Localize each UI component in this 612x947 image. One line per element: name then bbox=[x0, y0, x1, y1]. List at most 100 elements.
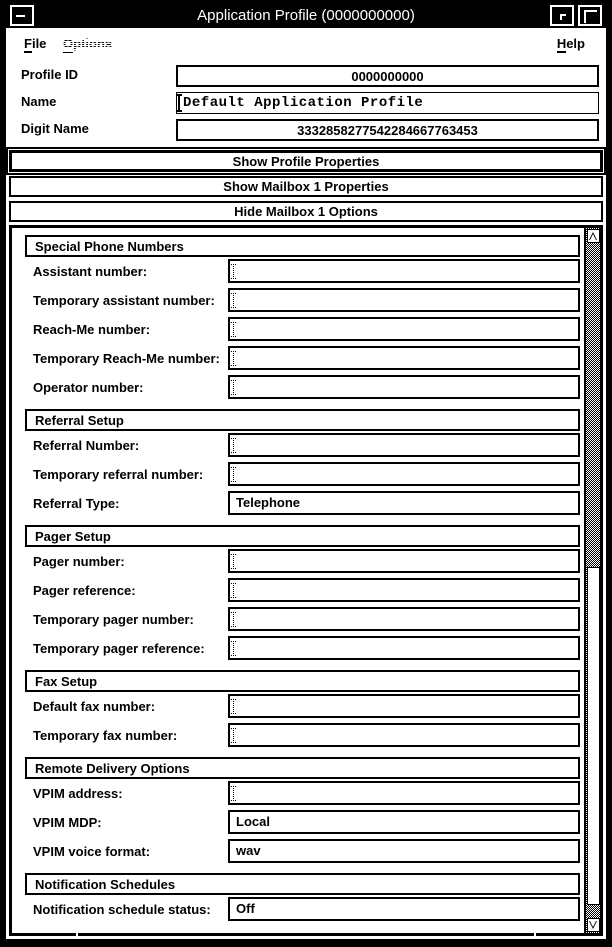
field-row: Referral Number: bbox=[25, 431, 580, 460]
field-value: Telephone bbox=[236, 495, 301, 510]
hide-mailbox-1-options-button[interactable]: Hide Mailbox 1 Options bbox=[9, 201, 603, 222]
text-caret-icon bbox=[231, 786, 236, 801]
menu-help-rest: elp bbox=[566, 36, 585, 51]
minimize-button[interactable] bbox=[10, 5, 34, 26]
field-row: Pager number: bbox=[25, 547, 580, 576]
name-label: Name bbox=[21, 94, 57, 109]
field-label: Assistant number: bbox=[33, 264, 148, 279]
resize-grip-left[interactable] bbox=[76, 931, 78, 939]
text-caret-icon bbox=[231, 583, 236, 598]
field-input[interactable] bbox=[228, 462, 580, 486]
form-row-digit-name: Digit Name 3332858277542284667763453 bbox=[9, 119, 603, 141]
field-input[interactable] bbox=[228, 694, 580, 718]
field-input[interactable] bbox=[228, 781, 580, 805]
digit-name-label: Digit Name bbox=[21, 121, 89, 136]
text-caret-icon bbox=[177, 94, 182, 112]
section-header: Referral Setup bbox=[25, 409, 580, 431]
field-label: Default fax number: bbox=[33, 699, 156, 714]
text-caret-icon bbox=[231, 728, 236, 743]
vertical-scrollbar[interactable] bbox=[584, 228, 600, 933]
show-profile-properties-button[interactable]: Show Profile Properties bbox=[6, 147, 606, 175]
field-label: Operator number: bbox=[33, 380, 144, 395]
field-row: VPIM MDP: Local bbox=[25, 808, 580, 837]
field-row: VPIM voice format: wav bbox=[25, 837, 580, 866]
field-row: Temporary fax number: bbox=[25, 721, 580, 750]
field-input[interactable] bbox=[228, 723, 580, 747]
minimize-icon bbox=[16, 15, 25, 17]
field-input[interactable] bbox=[228, 607, 580, 631]
field-input[interactable] bbox=[228, 433, 580, 457]
field-input[interactable] bbox=[228, 317, 580, 341]
field-row: Temporary pager number: bbox=[25, 605, 580, 634]
field-value: Local bbox=[236, 814, 270, 829]
profile-id-label: Profile ID bbox=[21, 67, 79, 82]
menu-bar: File Options Help bbox=[9, 31, 603, 57]
panel-content: Special Phone Numbers Assistant number: Te… bbox=[12, 228, 590, 924]
field-label: Temporary assistant number: bbox=[33, 293, 215, 308]
scroll-down-button[interactable] bbox=[587, 918, 600, 932]
field-value: Off bbox=[236, 901, 255, 916]
field-label: Temporary fax number: bbox=[33, 728, 178, 743]
scrollbar-thumb[interactable] bbox=[587, 567, 600, 905]
field-input[interactable] bbox=[228, 288, 580, 312]
field-input[interactable] bbox=[228, 346, 580, 370]
form-row-profile-id: Profile ID 0000000000 bbox=[9, 65, 603, 87]
menu-help-mnemonic: H bbox=[556, 36, 567, 53]
field-row: Operator number: bbox=[25, 373, 580, 402]
section-title: Referral Setup bbox=[35, 413, 124, 428]
text-caret-icon bbox=[231, 293, 236, 308]
field-input[interactable] bbox=[228, 636, 580, 660]
field-input[interactable]: Local bbox=[228, 810, 580, 834]
resize-grip-right[interactable] bbox=[534, 931, 536, 939]
menu-options-mnemonic: O bbox=[63, 36, 74, 53]
field-row: Temporary pager reference: bbox=[25, 634, 580, 663]
menu-options-rest: ptions bbox=[73, 36, 113, 51]
field-row: Notification schedule status: Off bbox=[25, 895, 580, 924]
field-label: Temporary pager number: bbox=[33, 612, 194, 627]
field-label: VPIM voice format: bbox=[33, 844, 151, 859]
profile-id-field[interactable]: 0000000000 bbox=[176, 65, 599, 87]
maximize-button[interactable] bbox=[578, 5, 602, 26]
window-frame-inner: Application Profile (0000000000) File Op… bbox=[6, 3, 606, 939]
field-input[interactable] bbox=[228, 259, 580, 283]
field-label: Reach-Me number: bbox=[33, 322, 151, 337]
form-row-name: Name Default Application Profile bbox=[9, 92, 603, 114]
maximize-icon bbox=[584, 10, 597, 23]
section-header: Special Phone Numbers bbox=[25, 235, 580, 257]
field-input[interactable]: Off bbox=[228, 897, 580, 921]
digit-name-value: 3332858277542284667763453 bbox=[297, 123, 478, 138]
section-title: Notification Schedules bbox=[35, 877, 176, 892]
application-window: Application Profile (0000000000) File Op… bbox=[0, 0, 612, 947]
field-row: Temporary Reach-Me number: bbox=[25, 344, 580, 373]
field-input[interactable] bbox=[228, 375, 580, 399]
field-value: wav bbox=[236, 843, 261, 858]
field-row: Referral Type: Telephone bbox=[25, 489, 580, 518]
field-row: Default fax number: bbox=[25, 692, 580, 721]
text-caret-icon bbox=[231, 438, 236, 453]
field-input[interactable] bbox=[228, 578, 580, 602]
show-mailbox-1-properties-button[interactable]: Show Mailbox 1 Properties bbox=[9, 176, 603, 197]
scroll-up-button[interactable] bbox=[587, 229, 600, 243]
digit-name-field[interactable]: 3332858277542284667763453 bbox=[176, 119, 599, 141]
field-label: VPIM MDP: bbox=[33, 815, 102, 830]
menu-item-help[interactable]: Help bbox=[556, 35, 585, 53]
field-row: Assistant number: bbox=[25, 257, 580, 286]
restore-button[interactable] bbox=[550, 5, 574, 26]
menu-item-file[interactable]: File bbox=[24, 35, 46, 53]
section-header: Notification Schedules bbox=[25, 873, 580, 895]
field-input[interactable]: Telephone bbox=[228, 491, 580, 515]
text-caret-icon bbox=[231, 699, 236, 714]
field-input[interactable]: wav bbox=[228, 839, 580, 863]
text-caret-icon bbox=[231, 641, 236, 656]
menu-item-options: Options bbox=[63, 35, 112, 53]
menu-file-mnemonic: F bbox=[24, 36, 32, 53]
window-title: Application Profile (0000000000) bbox=[197, 7, 415, 24]
name-field[interactable]: Default Application Profile bbox=[176, 92, 599, 114]
section-title: Fax Setup bbox=[35, 674, 98, 689]
restore-icon bbox=[560, 14, 566, 20]
text-caret-icon bbox=[231, 264, 236, 279]
chevron-up-icon bbox=[589, 232, 597, 240]
field-row: VPIM address: bbox=[25, 779, 580, 808]
field-input[interactable] bbox=[228, 549, 580, 573]
field-label: Pager reference: bbox=[33, 583, 136, 598]
